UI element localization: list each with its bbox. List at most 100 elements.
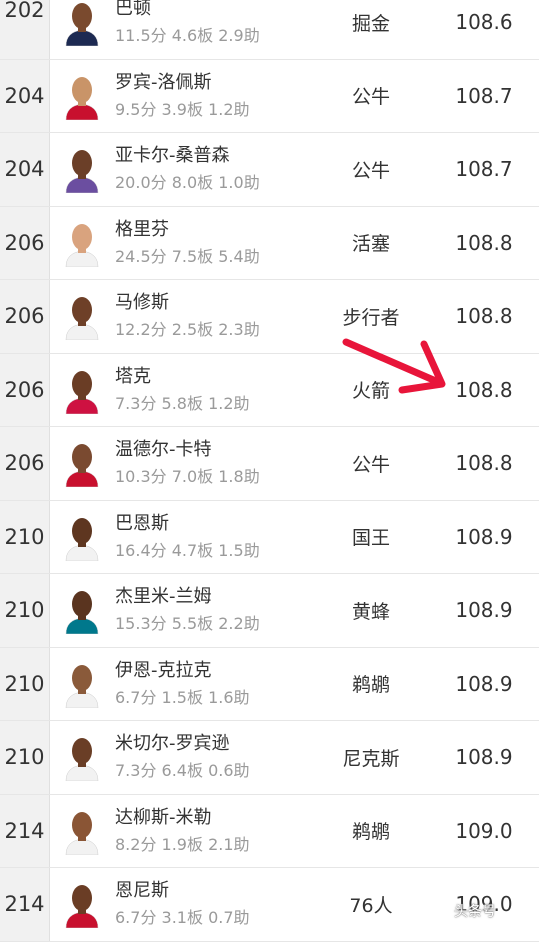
defensive-rating: 108.7: [455, 157, 513, 182]
player-avatar: [62, 366, 102, 414]
player-stats: 11.5分 4.6板 2.9助: [115, 26, 260, 46]
rank-number: 206: [0, 206, 50, 279]
player-stats: 7.3分 6.4板 0.6助: [115, 761, 250, 781]
player-avatar: [62, 880, 102, 929]
player-stats: 9.5分 3.9板 1.2助: [115, 99, 250, 119]
player-avatar: [62, 586, 102, 635]
rank-number: 206: [0, 280, 50, 353]
speech-bubble-icon: [430, 900, 450, 922]
team-name: 活塞: [351, 233, 390, 256]
player-stats: 20.0分 8.0板 1.0助: [115, 173, 260, 193]
player-row[interactable]: 204 罗宾-洛佩斯 9.5分 3.9板 1.2助 公牛 108.7: [0, 59, 539, 133]
defensive-rating: 108.7: [455, 83, 513, 108]
player-row[interactable]: 206 马修斯 12.2分 2.5板 2.3助 步行者 108.8: [0, 280, 539, 354]
rank-number: 204: [0, 59, 50, 132]
defensive-rating: 108.8: [455, 451, 513, 476]
player-info: 达柳斯-米勒 8.2分 1.9板 2.1助: [115, 806, 335, 856]
player-info: 巴顿 11.5分 4.6板 2.9助: [115, 0, 335, 47]
player-info: 马修斯 12.2分 2.5板 2.3助: [115, 291, 335, 341]
player-row[interactable]: 214 达柳斯-米勒 8.2分 1.9板 2.1助 鹈鹕 109.0: [0, 794, 539, 868]
player-row[interactable]: 206 温德尔-卡特 10.3分 7.0板 1.8助 公牛 108.8: [0, 427, 539, 501]
player-name[interactable]: 恩尼斯: [115, 879, 335, 903]
rank-number: 210: [0, 500, 50, 573]
player-info: 亚卡尔-桑普森 20.0分 8.0板 1.0助: [115, 144, 335, 194]
rank-number: 206: [0, 353, 50, 426]
player-info: 杰里米-兰姆 15.3分 5.5板 2.2助: [115, 585, 335, 635]
player-info: 伊恩-克拉克 6.7分 1.5板 1.6助: [115, 659, 335, 709]
player-stats: 15.3分 5.5板 2.2助: [115, 614, 260, 634]
team-name: 76人: [349, 894, 393, 917]
player-avatar: [62, 807, 102, 855]
player-avatar: [62, 219, 102, 267]
player-info: 罗宾-洛佩斯 9.5分 3.9板 1.2助: [115, 71, 335, 121]
player-row[interactable]: 206 塔克 7.3分 5.8板 1.2助 火箭 108.8: [0, 353, 539, 427]
team-name: 火箭: [351, 380, 390, 403]
rank-number: 210: [0, 647, 50, 720]
team-name: 尼克斯: [342, 747, 400, 770]
player-name[interactable]: 巴顿: [115, 0, 335, 21]
defensive-rating: 108.8: [455, 304, 513, 329]
player-info: 巴恩斯 16.4分 4.7板 1.5助: [115, 512, 335, 562]
defensive-rating: 108.9: [455, 598, 513, 623]
player-row[interactable]: 210 杰里米-兰姆 15.3分 5.5板 2.2助 黄蜂 108.9: [0, 574, 539, 648]
defensive-rating: 109.0: [455, 818, 513, 843]
team-name: 鹈鹕: [351, 674, 390, 697]
watermark-text: 头条号: [454, 904, 496, 920]
defensive-rating: 108.8: [455, 377, 513, 402]
player-ranking-list: 202 巴顿 11.5分 4.6板 2.9助 掘金 108.6 204 罗宾-洛佩斯 9.5分…: [0, 0, 539, 942]
player-stats: 7.3分 5.8板 1.2助: [115, 393, 250, 413]
player-row[interactable]: 210 伊恩-克拉克 6.7分 1.5板 1.6助 鹈鹕 108.9: [0, 647, 539, 721]
team-name: 鹈鹕: [351, 821, 390, 844]
player-name[interactable]: 罗宾-洛佩斯: [115, 71, 335, 95]
rank-number: 210: [0, 574, 50, 647]
rank-number: 202: [0, 0, 50, 59]
player-stats: 6.7分 1.5板 1.6助: [115, 687, 250, 707]
defensive-rating: 108.9: [455, 745, 513, 770]
player-name[interactable]: 温德尔-卡特: [115, 438, 335, 462]
player-name[interactable]: 格里芬: [115, 218, 335, 242]
player-avatar: [62, 513, 102, 561]
defensive-rating: 108.6: [455, 10, 513, 35]
player-info: 温德尔-卡特 10.3分 7.0板 1.8助: [115, 438, 335, 488]
player-avatar: [62, 0, 102, 47]
player-name[interactable]: 马修斯: [115, 291, 335, 315]
player-name[interactable]: 伊恩-克拉克: [115, 659, 335, 683]
team-name: 步行者: [342, 306, 400, 329]
player-info: 米切尔-罗宾逊 7.3分 6.4板 0.6助: [115, 732, 335, 782]
player-stats: 12.2分 2.5板 2.3助: [115, 320, 260, 340]
player-name[interactable]: 达柳斯-米勒: [115, 806, 335, 830]
team-name: 掘金: [351, 12, 390, 35]
player-name[interactable]: 塔克: [115, 365, 335, 389]
player-avatar: [62, 292, 102, 341]
player-stats: 8.2分 1.9板 2.1助: [115, 834, 250, 854]
defensive-rating: 108.8: [455, 230, 513, 255]
player-name[interactable]: 米切尔-罗宾逊: [115, 732, 335, 756]
player-name[interactable]: 杰里米-兰姆: [115, 585, 335, 609]
player-avatar: [62, 660, 102, 708]
player-row[interactable]: 204 亚卡尔-桑普森 20.0分 8.0板 1.0助 公牛 108.7: [0, 133, 539, 207]
player-row[interactable]: 210 巴恩斯 16.4分 4.7板 1.5助 国王 108.9: [0, 500, 539, 574]
player-stats: 16.4分 4.7板 1.5助: [115, 540, 260, 560]
rank-number: 206: [0, 427, 50, 500]
defensive-rating: 108.9: [455, 671, 513, 696]
player-name[interactable]: 巴恩斯: [115, 512, 335, 536]
team-name: 公牛: [351, 159, 390, 182]
player-info: 恩尼斯 6.7分 3.1板 0.7助: [115, 879, 335, 929]
player-stats: 10.3分 7.0板 1.8助: [115, 467, 260, 487]
team-name: 公牛: [351, 86, 390, 109]
player-info: 塔克 7.3分 5.8板 1.2助: [115, 365, 335, 415]
rank-number: 210: [0, 721, 50, 794]
player-avatar: [62, 733, 102, 782]
player-info: 格里芬 24.5分 7.5板 5.4助: [115, 218, 335, 268]
watermark: 头条号: [430, 900, 496, 922]
player-avatar: [62, 72, 102, 120]
player-name[interactable]: 亚卡尔-桑普森: [115, 144, 335, 168]
team-name: 黄蜂: [351, 600, 390, 623]
rank-number: 204: [0, 133, 50, 206]
player-row[interactable]: 202 巴顿 11.5分 4.6板 2.9助 掘金 108.6: [0, 0, 539, 60]
player-row[interactable]: 210 米切尔-罗宾逊 7.3分 6.4板 0.6助 尼克斯 108.9: [0, 721, 539, 795]
rank-number: 214: [0, 794, 50, 867]
player-row[interactable]: 206 格里芬 24.5分 7.5板 5.4助 活塞 108.8: [0, 206, 539, 280]
player-stats: 6.7分 3.1板 0.7助: [115, 908, 250, 928]
team-name: 国王: [351, 527, 390, 550]
